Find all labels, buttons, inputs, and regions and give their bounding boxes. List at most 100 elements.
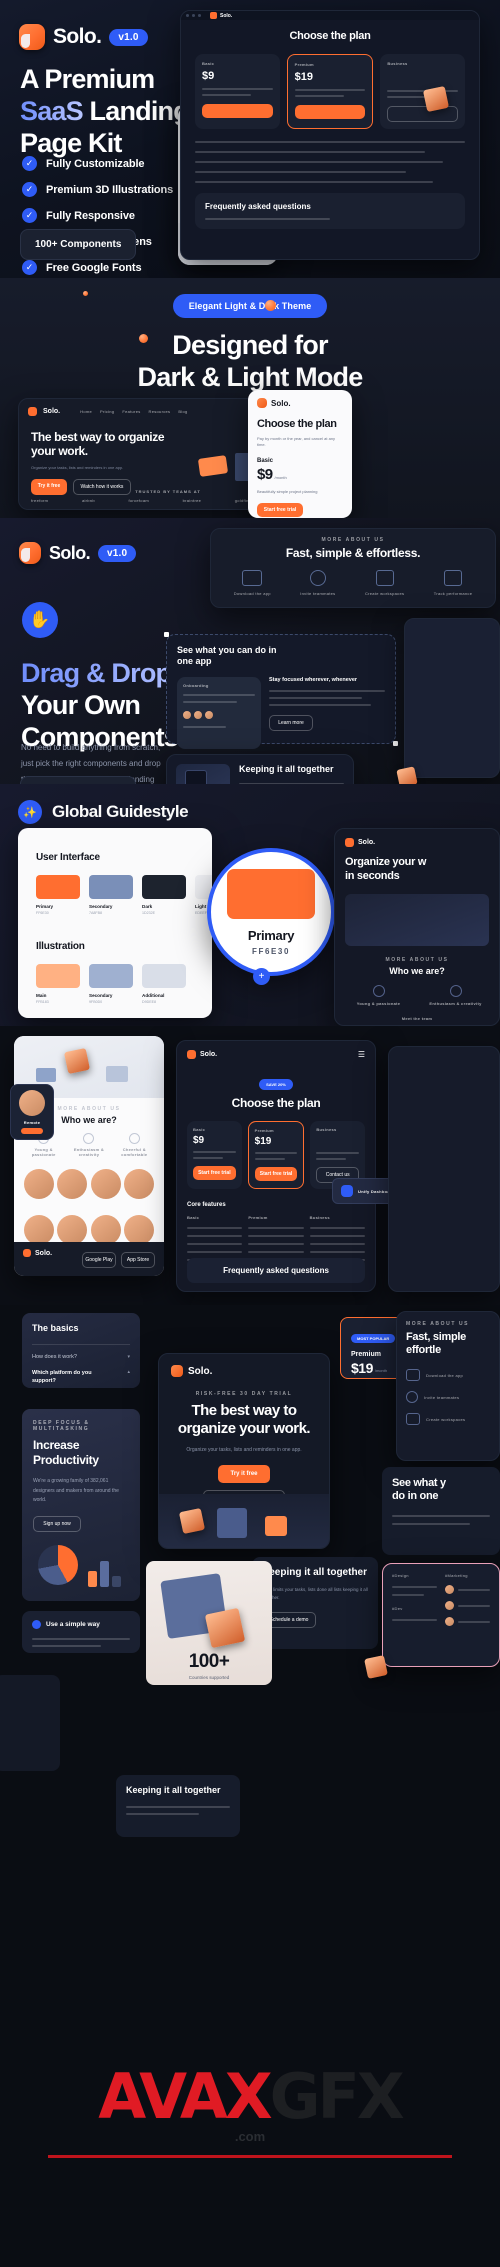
- team-row: [24, 1169, 154, 1199]
- drag-preview-card[interactable]: See what you can do in one app Onboardin…: [164, 632, 398, 749]
- theme-pricing-card: Solo. Choose the plan Pay by month or th…: [248, 390, 352, 518]
- components-button[interactable]: 100+ Components: [20, 776, 137, 784]
- solo-logo-icon: [210, 12, 217, 19]
- version-badge: v1.0: [109, 28, 148, 46]
- plan-card[interactable]: Premium $19 Start free trial: [247, 1121, 305, 1189]
- countries-card: 100+ Countries supported: [146, 1561, 272, 1685]
- brand-name: Solo.: [53, 25, 102, 48]
- plan-cta[interactable]: Start free trial: [254, 1167, 298, 1181]
- see-what-card: See what y do in one: [382, 1467, 500, 1555]
- workspace-icon: [375, 570, 394, 586]
- check-icon: ✓: [22, 208, 37, 223]
- countries-value: 100+: [188, 1651, 230, 1672]
- ui-swatch-row: Primary FF6E30 Secondary 7A8FB8 Dark 1D2…: [36, 875, 212, 915]
- plan-cta[interactable]: [202, 104, 273, 118]
- solo-logo-icon: [28, 407, 37, 416]
- chevron-down-icon: ▾: [127, 1354, 130, 1360]
- side-preview-card: [404, 618, 500, 778]
- check-icon: ✓: [22, 260, 37, 275]
- pricing-cta[interactable]: Start free trial: [257, 502, 303, 517]
- chat-panel: #Design #Dev #Marketing: [382, 1563, 500, 1667]
- value-item: Enthusiasm & creativity: [422, 984, 489, 1006]
- solo-logo-icon: [19, 542, 41, 564]
- download-icon: [406, 1369, 420, 1382]
- plan-card[interactable]: Basic $9: [195, 54, 280, 129]
- strip-item[interactable]: Create workspaces: [365, 570, 404, 596]
- value-item: Young & passionate: [345, 984, 412, 1006]
- showcase-pricing-panel: Solo. ☰ SAVE 20% Choose the plan Basic $…: [176, 1040, 376, 1292]
- bottom-hero-panel: Solo. RISK-FREE 30 DAY TRIAL The best wa…: [158, 1353, 330, 1549]
- faq-card: Frequently asked questions: [187, 1258, 365, 1283]
- badge-chip: [21, 1128, 43, 1134]
- hand-drag-icon: ✋: [22, 602, 58, 638]
- about-panel: MORE ABOUT US Who we are? Young & passio…: [14, 1036, 164, 1276]
- magnified-swatch: [227, 868, 315, 919]
- bottom-collage-section: The basics How does it work? ▾ Which pla…: [0, 1305, 500, 2267]
- try-free-button[interactable]: Try it free: [218, 1465, 270, 1483]
- hero-title-highlight: SaaS: [20, 95, 84, 126]
- magnifier-label: Primary: [247, 927, 295, 943]
- feature-item: ✓ Premium 3D Illustrations: [22, 182, 173, 197]
- resize-handle[interactable]: [393, 741, 398, 746]
- brand-logo[interactable]: Solo. v1.0: [19, 542, 137, 564]
- star-icon: [449, 984, 462, 997]
- right-col-item[interactable]: Download the app: [406, 1369, 490, 1382]
- components-button[interactable]: 100+ Components: [20, 229, 137, 260]
- decor-cube: [396, 766, 418, 784]
- color-swatch[interactable]: Dark 1D232E: [142, 875, 186, 915]
- preview-sub-card: Onboarding: [177, 676, 261, 749]
- google-play-button[interactable]: Google Play: [82, 1252, 116, 1268]
- phone-illustration: [176, 764, 230, 784]
- color-swatch[interactable]: Secondary 7A8FB8: [89, 875, 133, 915]
- plan-card[interactable]: Premium $19: [286, 54, 374, 129]
- right-col-item[interactable]: Invite teammates: [406, 1391, 490, 1404]
- plan-cta[interactable]: Start free trial: [193, 1166, 236, 1180]
- strip-item[interactable]: Track performance: [434, 570, 473, 596]
- color-swatch[interactable]: Main FFB183: [36, 964, 80, 1004]
- pricing-title: Choose the plan: [289, 30, 371, 42]
- brand-logo[interactable]: Solo. v1.0: [19, 24, 148, 50]
- feature-item: ✓ Fully Customizable: [22, 156, 173, 171]
- plan-card[interactable]: Basic $9 Start free trial: [187, 1121, 242, 1189]
- right-col-item[interactable]: Create workspaces: [406, 1413, 490, 1426]
- faq-item[interactable]: Which platform do you support? ▴: [32, 1369, 130, 1386]
- faq-panel: The basics How does it work? ▾ Which pla…: [22, 1313, 140, 1388]
- drag-drop-section: Solo. v1.0 ✋ Drag & Drop Your Own Compon…: [0, 518, 500, 784]
- simple-way-card: Use a simple way: [22, 1611, 140, 1653]
- theme-title: Designed for Dark & Light Mode: [137, 330, 364, 392]
- decor-cube: [422, 85, 450, 113]
- color-swatch[interactable]: Primary FF6E30: [36, 875, 80, 915]
- plan-cta[interactable]: [294, 105, 366, 119]
- keeping-together-card: Keeping it all together Detailed Look: [166, 754, 354, 784]
- decor-cube: [364, 1655, 388, 1679]
- nav-links[interactable]: Home Pricing Features Resources Blog: [80, 409, 187, 414]
- decor-ball: [265, 300, 276, 311]
- plan-cta[interactable]: [387, 106, 459, 122]
- color-swatch[interactable]: Additional D9DEE8: [142, 964, 186, 1004]
- hamburger-icon[interactable]: ☰: [358, 1050, 365, 1059]
- strip-item[interactable]: Invite teammates: [300, 570, 335, 596]
- remote-badge: Remote: [10, 1084, 54, 1140]
- color-swatch[interactable]: Secondary 9FB0D0: [89, 964, 133, 1004]
- showcase-right-panel: [388, 1046, 500, 1292]
- preview-cta[interactable]: Learn more: [269, 714, 313, 731]
- magic-wand-icon: ✨: [18, 800, 42, 824]
- star-icon: [83, 1133, 95, 1144]
- plus-icon[interactable]: +: [253, 968, 270, 985]
- resize-handle[interactable]: [164, 632, 169, 637]
- bottom-right-panel: MORE ABOUT US Fast, simple effortle Down…: [396, 1311, 500, 1461]
- pricing-card-title: Choose the plan: [257, 418, 337, 430]
- price-value: $19: [351, 1360, 373, 1376]
- faq-item[interactable]: How does it work? ▾: [32, 1354, 130, 1360]
- signup-button[interactable]: Sign up now: [33, 1515, 81, 1532]
- price-value: $9: [257, 466, 273, 484]
- check-icon: [32, 1620, 41, 1629]
- hero-section: Solo. v1.0 A Premium SaaS Landing Page K…: [0, 0, 500, 278]
- chevron-up-icon: ▴: [127, 1369, 130, 1375]
- value-item: Enthusiasm & creativity: [69, 1133, 108, 1157]
- heart-icon: [128, 1133, 140, 1144]
- app-store-button[interactable]: App Store: [121, 1252, 155, 1268]
- feature-item: ✓ Fully Responsive: [22, 208, 173, 223]
- watermark-rule: [48, 2155, 452, 2158]
- strip-item[interactable]: Download the app: [234, 570, 271, 596]
